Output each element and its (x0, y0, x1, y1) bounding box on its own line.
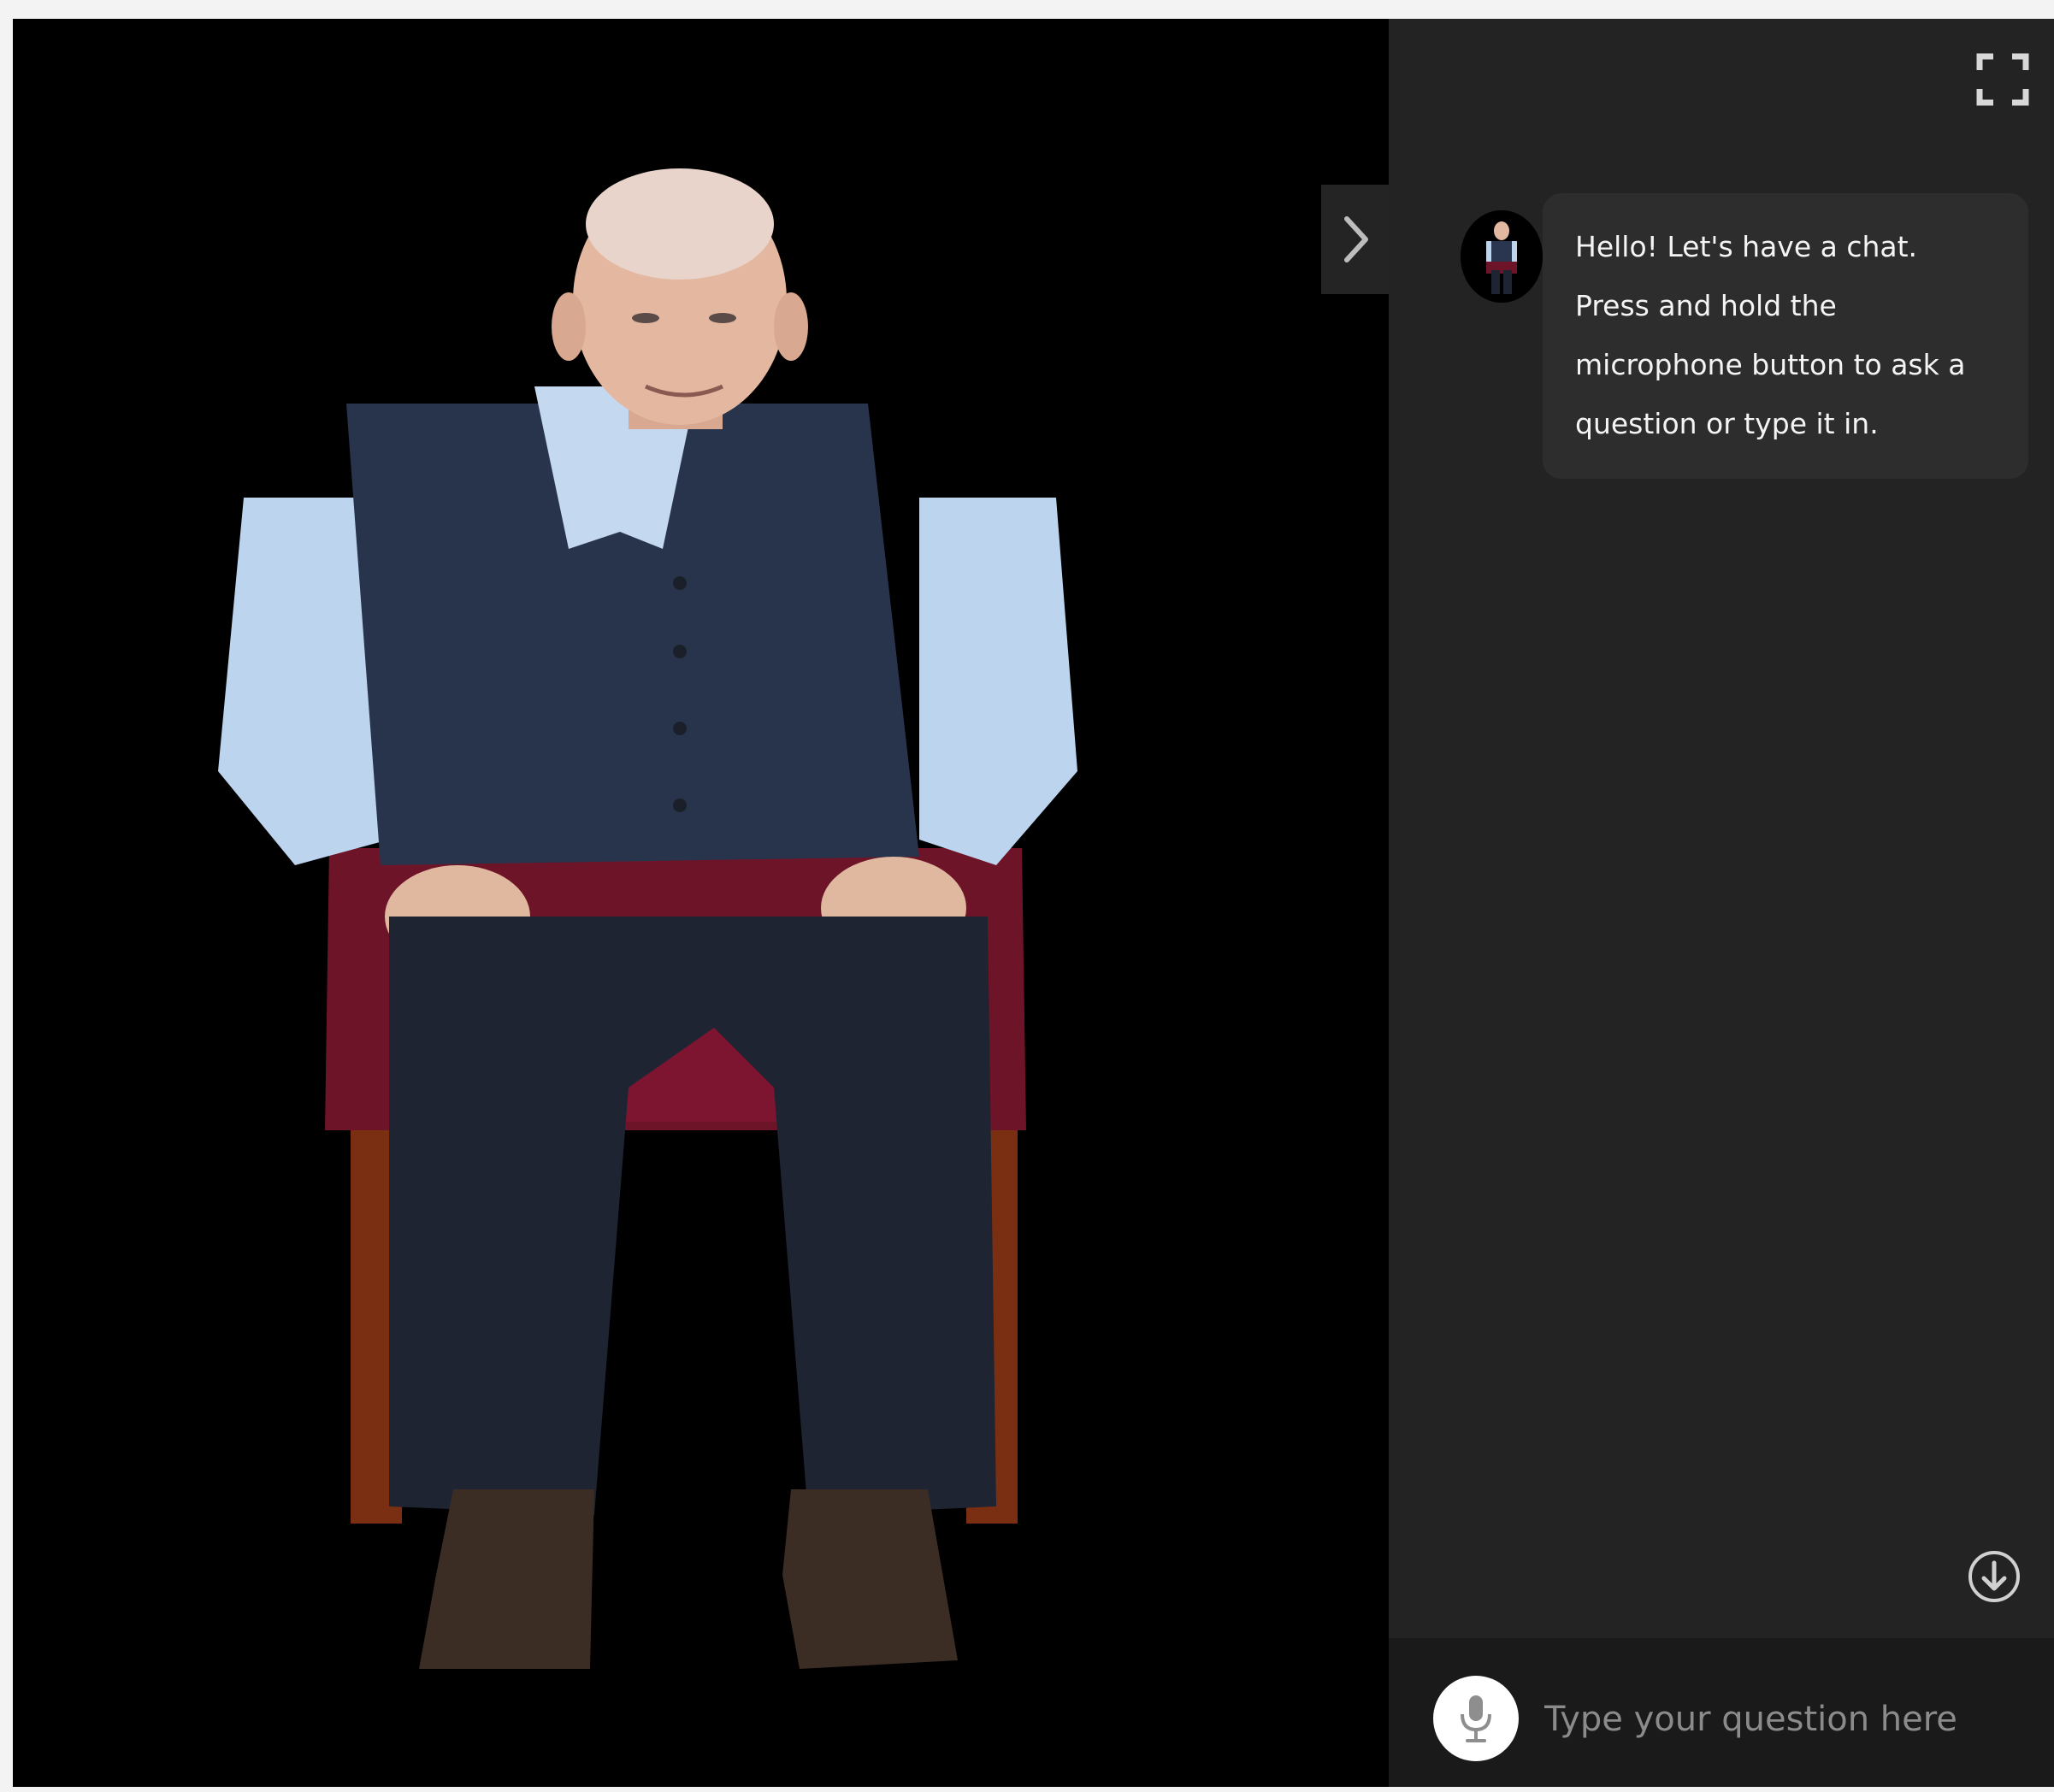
collapse-panel-button[interactable] (1321, 185, 1390, 294)
message-bubble: Hello! Let's have a chat. Press and hold… (1543, 193, 2028, 479)
input-bar (1389, 1638, 2054, 1787)
chat-panel: Hello! Let's have a chat. Press and hold… (1389, 19, 2054, 1787)
fullscreen-icon (1976, 53, 2029, 106)
fullscreen-button[interactable] (1976, 53, 2029, 106)
microphone-icon (1461, 1695, 1491, 1742)
avatar-image (1461, 210, 1543, 303)
speaker-video (218, 168, 1077, 1669)
video-pane (13, 19, 1389, 1787)
chat-app: Hello! Let's have a chat. Press and hold… (13, 19, 2054, 1787)
arrow-down-circle-icon (1968, 1551, 2020, 1602)
chevron-right-icon (1344, 216, 1368, 262)
microphone-button[interactable] (1433, 1676, 1519, 1761)
scroll-to-bottom-button[interactable] (1967, 1549, 2022, 1604)
question-input[interactable] (1543, 1681, 2025, 1758)
avatar (1461, 210, 1543, 303)
